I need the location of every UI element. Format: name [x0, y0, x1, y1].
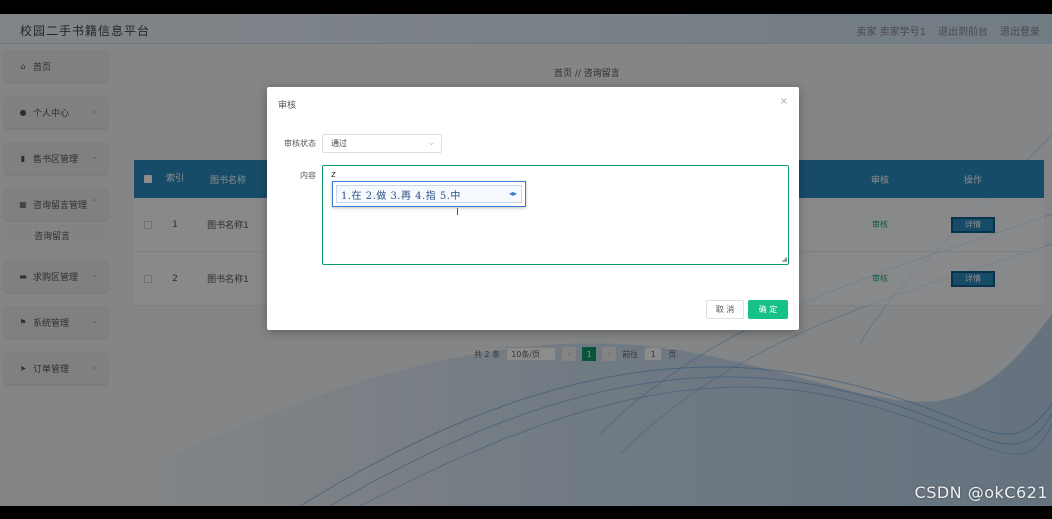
- confirm-button[interactable]: 确 定: [748, 300, 788, 319]
- cancel-button[interactable]: 取 消: [706, 300, 744, 319]
- resize-handle-icon[interactable]: ◢: [782, 255, 787, 263]
- dialog-title: 审核: [278, 101, 297, 111]
- ime-candidate-window: 1.在 2.做 3.再 4.指 5.中 ◂▸: [332, 181, 526, 207]
- watermark: CSDN @okC621: [914, 483, 1048, 502]
- audit-status-value: 通过: [331, 139, 347, 148]
- screen-bottom-border: [0, 506, 1052, 519]
- screen-top-border: [0, 0, 1052, 14]
- app-window: 校园二手书籍信息平台 卖家 卖家学号1 退出到前台 退出登录 ⌂ 首页 ● 个人…: [0, 14, 1052, 506]
- close-icon[interactable]: ×: [780, 96, 788, 107]
- audit-status-select[interactable]: 通过 ⌄: [322, 134, 442, 153]
- audit-status-label: 审核状态: [284, 139, 316, 148]
- content-label: 内容: [300, 171, 316, 180]
- ime-page-arrows-icon[interactable]: ◂▸: [509, 189, 517, 198]
- ime-candidates[interactable]: 1.在 2.做 3.再 4.指 5.中: [336, 185, 522, 203]
- content-text: z: [331, 170, 336, 180]
- audit-dialog: 审核 × 审核状态 通过 ⌄ 内容 z ◢ 1.在 2.做 3.再 4.指 5.…: [267, 87, 799, 330]
- content-textarea[interactable]: z ◢: [322, 165, 789, 265]
- text-cursor-icon: I: [456, 207, 459, 218]
- chevron-down-icon: ⌄: [428, 138, 435, 147]
